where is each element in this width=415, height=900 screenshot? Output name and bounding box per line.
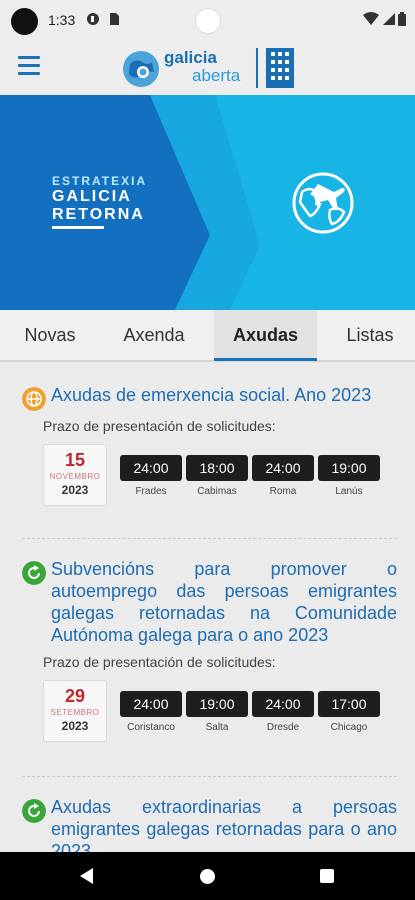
- hamburger-menu-button[interactable]: [18, 56, 40, 76]
- menu-bar-icon: [18, 64, 40, 67]
- banner-line-2: GALICIA: [52, 188, 132, 205]
- clock-time: 19:00: [318, 455, 380, 481]
- item-title-link[interactable]: Axudas extraordinarias a persoas emigran…: [51, 796, 397, 852]
- banner-line-3: RETORNA: [52, 206, 145, 223]
- battery-icon: [398, 12, 406, 26]
- banner-line-1: ESTRATEXIA: [52, 174, 148, 188]
- back-icon[interactable]: [80, 868, 93, 884]
- home-icon[interactable]: [200, 869, 215, 884]
- list-divider: [22, 776, 397, 777]
- clock-city: Salta: [205, 722, 229, 733]
- prazo-label: Prazo de presentación de solicitudes:: [43, 654, 276, 670]
- clock-city: Chicago: [330, 722, 368, 733]
- clock-time: 18:00: [186, 455, 248, 481]
- logo-text-aberta: aberta: [192, 66, 241, 85]
- system-nav-bar: [0, 852, 415, 900]
- banner-underline: [52, 226, 104, 229]
- world-clock: 19:00 Salta: [186, 691, 248, 733]
- date-year: 2023: [61, 483, 89, 497]
- status-time: 1:33: [48, 12, 76, 28]
- item-title-link[interactable]: Subvencións para promover o autoemprego …: [51, 558, 397, 646]
- world-clock: 24:00 Dresde: [252, 691, 314, 733]
- clock-city: Cabimas: [197, 486, 237, 497]
- date-day: 15: [64, 450, 86, 470]
- list-item: Subvencións para promover o autoemprego …: [22, 558, 397, 758]
- date-year: 2023: [61, 719, 89, 733]
- recent-apps-icon[interactable]: [320, 869, 334, 883]
- refresh-icon: [22, 799, 46, 823]
- estratexia-banner[interactable]: ESTRATEXIA GALICIA RETORNA: [0, 95, 415, 310]
- menu-bar-icon: [18, 56, 40, 59]
- world-clock: 19:00 Lanús: [318, 455, 380, 497]
- clock-time: 24:00: [120, 691, 182, 717]
- clock-time: 24:00: [252, 691, 314, 717]
- globe-plane-icon: [292, 172, 354, 234]
- logo-globe-icon: [123, 51, 159, 87]
- logo-divider: [256, 48, 258, 88]
- clock-city: Lanús: [335, 486, 363, 497]
- clock-time: 17:00: [318, 691, 380, 717]
- status-bar: 1:33: [0, 0, 415, 40]
- world-clock: 24:00 Frades: [120, 455, 182, 497]
- sim-card-icon: [110, 13, 119, 25]
- world-clock: 17:00 Chicago: [318, 691, 380, 733]
- list-divider: [22, 538, 397, 539]
- world-clock: 18:00 Cabimas: [186, 455, 248, 497]
- clock-time: 19:00: [186, 691, 248, 717]
- clock-city: Coristanco: [127, 722, 175, 733]
- refresh-icon: [22, 561, 46, 585]
- date-month: NOVEMBRO: [49, 472, 101, 481]
- camera-cutout: [11, 8, 38, 35]
- clock-city: Roma: [269, 486, 297, 497]
- section-tabs: Novas Axenda Axudas Listas: [0, 310, 415, 362]
- globe-icon: [22, 387, 46, 411]
- world-clock: 24:00 Roma: [252, 455, 314, 497]
- app-header: galicia aberta: [0, 40, 415, 95]
- list-item: Axudas de emerxencia social. Ano 2023 Pr…: [22, 384, 397, 534]
- notification-icon: [87, 13, 99, 25]
- wifi-icon: [363, 12, 379, 25]
- clock-time: 24:00: [252, 455, 314, 481]
- menu-bar-icon: [18, 72, 40, 75]
- banner-title: ESTRATEXIA GALICIA RETORNA: [52, 175, 147, 223]
- clock-city: Frades: [135, 486, 167, 497]
- tab-novas[interactable]: Novas: [12, 310, 88, 360]
- xunta-emblem-icon: [266, 48, 294, 88]
- signal-icon: [383, 13, 395, 25]
- date-month: SETEMBRO: [50, 708, 100, 717]
- world-clock: 24:00 Coristanco: [120, 691, 182, 733]
- tab-axenda[interactable]: Axenda: [112, 310, 196, 360]
- galicia-aberta-logo[interactable]: galicia aberta: [122, 46, 297, 90]
- clock-time: 24:00: [120, 455, 182, 481]
- logo-text-galicia: galicia: [164, 48, 217, 67]
- axudas-list: Axudas de emerxencia social. Ano 2023 Pr…: [0, 362, 415, 852]
- list-item: Axudas extraordinarias a persoas emigran…: [22, 796, 397, 852]
- deadline-date: 29 SETEMBRO 2023: [43, 680, 107, 742]
- item-title-link[interactable]: Axudas de emerxencia social. Ano 2023: [51, 384, 401, 406]
- tab-axudas[interactable]: Axudas: [214, 310, 317, 361]
- date-day: 29: [64, 686, 86, 706]
- tab-listas[interactable]: Listas: [337, 310, 403, 360]
- front-camera: [195, 8, 221, 34]
- prazo-label: Prazo de presentación de solicitudes:: [43, 418, 276, 434]
- deadline-date: 15 NOVEMBRO 2023: [43, 444, 107, 506]
- clock-city: Dresde: [266, 722, 300, 733]
